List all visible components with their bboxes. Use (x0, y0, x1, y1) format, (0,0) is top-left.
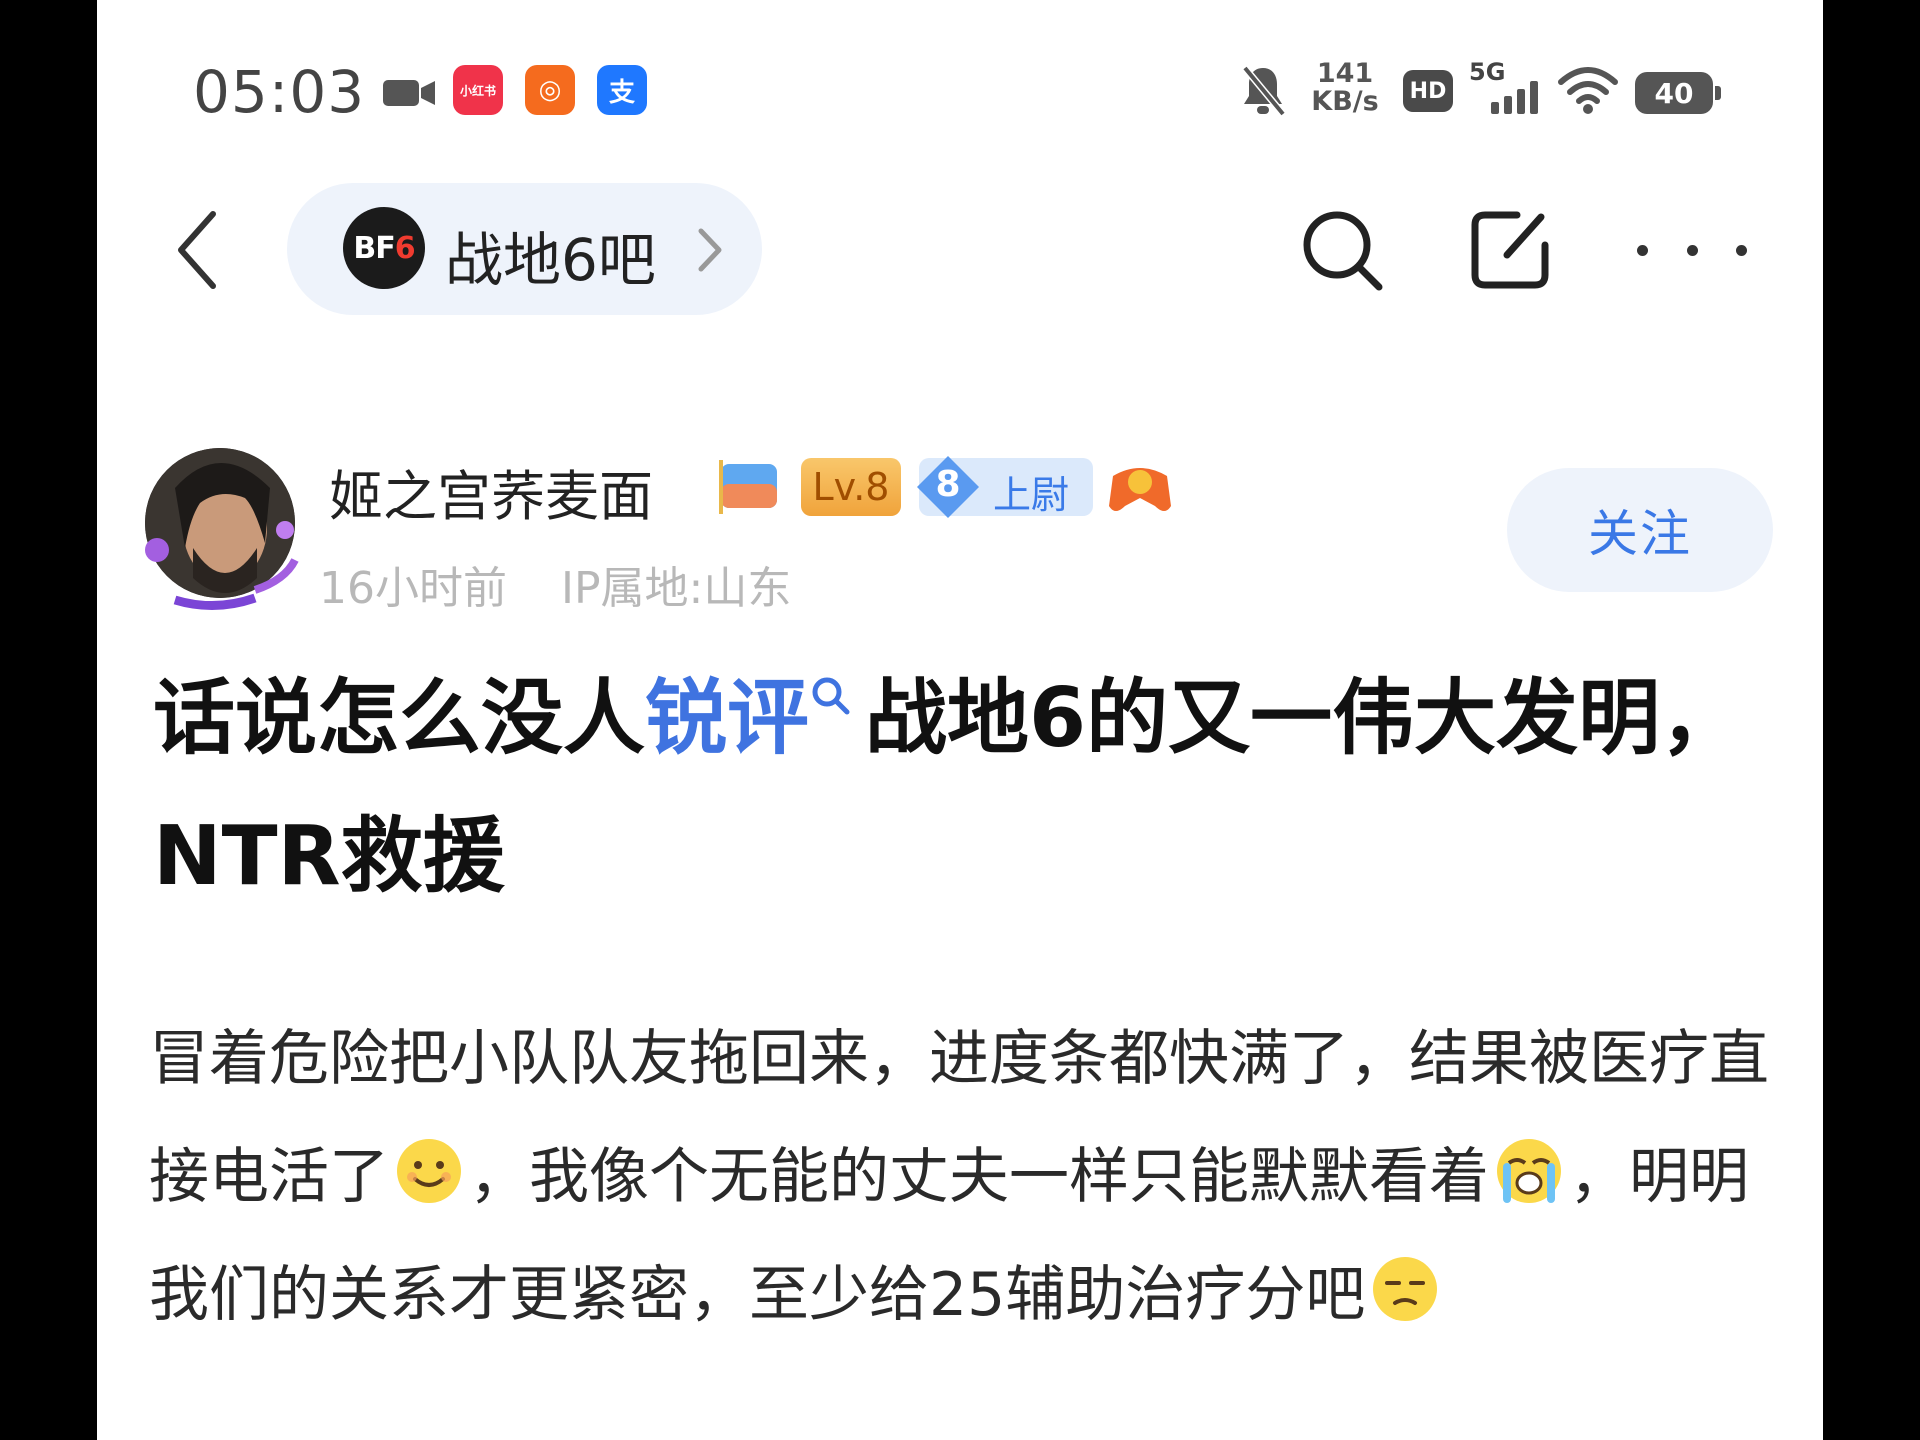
forum-logo: BF 6 (343, 207, 425, 289)
phone-screen: 05:03 小红书 ◎ 支 141 KB/s HD 5G 40 BF 6 战地6… (97, 0, 1823, 1440)
avatar-frame-icon (145, 521, 299, 610)
battery-indicator: 40 (1635, 72, 1721, 114)
wifi-icon (1558, 67, 1618, 114)
annoyed-emoji-icon (1373, 1257, 1438, 1321)
dot-icon (1686, 244, 1698, 256)
video-camera-icon (383, 80, 435, 106)
forum-logo-suffix: 6 (394, 230, 416, 266)
post-title-part1: 话说怎么没人 (153, 671, 646, 766)
post-body: 冒着危险把小队队友拖回来，进度条都快满了，结果被医疗直接电活了 ，我像个无能的丈夫… (149, 1000, 1789, 1354)
forum-pill[interactable]: BF 6 战地6吧 (287, 183, 762, 315)
status-bar: 05:03 小红书 ◎ 支 141 KB/s HD 5G 40 (97, 0, 1823, 180)
notification-muted-icon (1242, 65, 1286, 117)
red-app-icon: 小红书 (453, 65, 503, 115)
chevron-left-icon (178, 211, 216, 289)
status-clock: 05:03 (193, 58, 366, 126)
search-button[interactable] (1297, 205, 1387, 295)
cell-signal-icon (1491, 81, 1538, 114)
chevron-right-icon (698, 228, 722, 272)
topic-link[interactable]: 锐评 (645, 671, 809, 766)
follow-button[interactable]: 关注 (1507, 468, 1773, 592)
blue-app-icon: 支 (597, 65, 647, 115)
post-meta: 16小时前 IP属地:山东 (319, 552, 791, 616)
dot-icon (1736, 244, 1747, 256)
level-badge: Lv.8 (801, 458, 901, 516)
username[interactable]: 姬之宫荞麦面 (329, 452, 653, 531)
back-button[interactable] (157, 205, 237, 295)
search-icon[interactable] (809, 674, 853, 718)
post-title: 话说怎么没人锐评 战地6的又一伟大发明，NTR救援 (153, 650, 1773, 926)
forum-logo-prefix: BF (353, 230, 395, 266)
network-speed-unit: KB/s (1311, 86, 1379, 117)
colorful-badge-icon (719, 460, 777, 514)
forum-name: 战地6吧 (445, 226, 656, 294)
orange-app-icon: ◎ (525, 65, 575, 115)
game-controller-badge-icon (1109, 468, 1171, 511)
edit-button[interactable] (1465, 205, 1555, 295)
network-speed-value: 141 (1316, 58, 1374, 89)
crying-emoji-icon (1497, 1139, 1561, 1203)
network-speed: 141 KB/s (1307, 60, 1383, 116)
ip-location: IP属地:山东 (561, 563, 792, 614)
hd-icon: HD (1403, 70, 1453, 112)
post-time: 16小时前 (319, 563, 507, 614)
dot-icon (1637, 244, 1648, 256)
rank-title: 上尉 (993, 473, 1070, 517)
more-options-button[interactable] (1637, 220, 1747, 280)
post-body-part2: ，我像个无能的丈夫一样只能默默看着 (469, 1142, 1489, 1212)
rank-number: 8 (935, 464, 961, 505)
smile-emoji-icon (397, 1139, 461, 1203)
rank-badge: 8 上尉 (917, 456, 1093, 518)
